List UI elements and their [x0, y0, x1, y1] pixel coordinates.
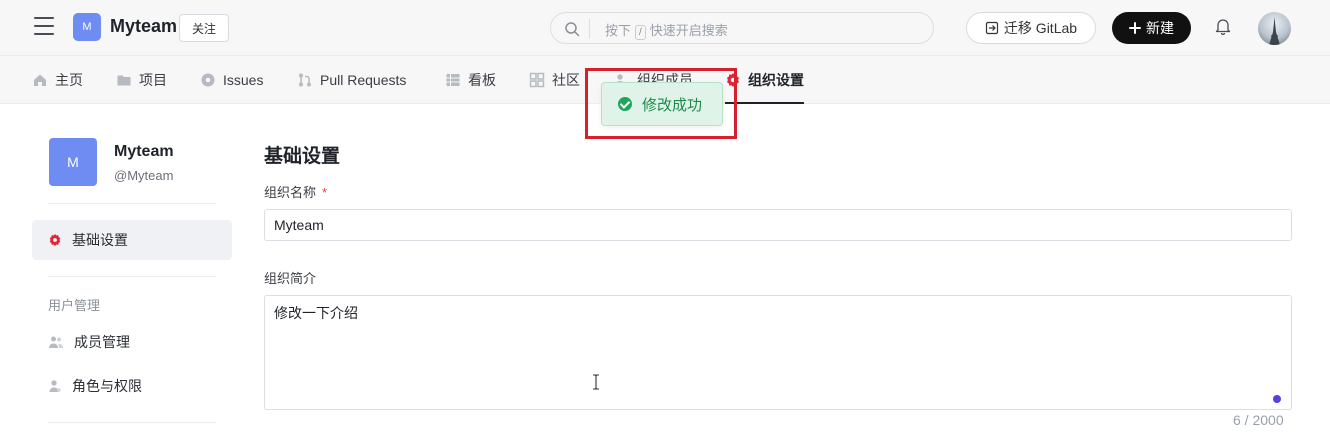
search-shortcut-key: /	[635, 25, 646, 40]
search-prefix: 按下	[605, 23, 632, 38]
sidebar-item-basic-settings[interactable]: 基础设置	[32, 220, 232, 260]
char-counter: 6 / 2000	[1233, 412, 1284, 428]
members-icon	[49, 336, 63, 348]
tab-projects-label: 项目	[139, 72, 167, 88]
sidebar-divider	[48, 422, 216, 423]
sidebar-item-members[interactable]: 成员管理	[32, 322, 232, 362]
team-name[interactable]: Myteam	[110, 16, 177, 37]
tab-board-label: 看板	[468, 72, 496, 88]
home-icon	[34, 74, 46, 86]
tab-projects[interactable]: 项目	[116, 56, 167, 104]
tab-community-label: 社区	[552, 72, 580, 88]
search-divider	[589, 19, 590, 39]
follow-button[interactable]: 关注	[179, 14, 229, 42]
sidebar-team-handle: @Myteam	[114, 168, 174, 183]
gear-icon	[49, 233, 61, 247]
textarea-resize-handle[interactable]	[1273, 395, 1281, 403]
sidebar-item-label: 成员管理	[74, 334, 130, 350]
required-mark: *	[322, 185, 328, 200]
tab-community[interactable]: 社区	[529, 56, 580, 104]
top-bar: M Myteam 关注 按下 / 快速开启搜索 迁移 GitLab 新建	[0, 0, 1330, 56]
search-input[interactable]: 按下 / 快速开启搜索	[550, 12, 934, 44]
tab-pull-requests[interactable]: Pull Requests	[297, 56, 406, 104]
org-name-field[interactable]: Myteam	[264, 209, 1292, 241]
sidebar-item-label: 角色与权限	[72, 378, 142, 394]
sidebar-group-user-management: 用户管理	[48, 298, 101, 313]
tab-board[interactable]: 看板	[445, 56, 496, 104]
role-icon	[49, 380, 61, 392]
sidebar-divider	[48, 203, 216, 204]
tab-pull-requests-label: Pull Requests	[320, 72, 407, 88]
menu-icon[interactable]	[34, 17, 54, 37]
import-icon	[985, 21, 999, 35]
tab-issues-label: Issues	[223, 72, 264, 88]
search-placeholder: 按下 / 快速开启搜索	[605, 20, 728, 40]
highlight-annotation	[585, 68, 737, 139]
tab-home-label: 主页	[55, 72, 83, 88]
grid-icon	[529, 72, 545, 88]
folder-icon	[117, 75, 131, 86]
board-icon	[446, 74, 460, 86]
search-suffix: 快速开启搜索	[649, 23, 728, 38]
issues-icon	[201, 73, 215, 87]
pull-request-icon	[299, 73, 311, 87]
sidebar-item-roles[interactable]: 角色与权限	[32, 366, 232, 406]
org-name-label-text: 组织名称	[264, 185, 317, 200]
bell-icon[interactable]	[1214, 17, 1232, 35]
sidebar-team-name: Myteam	[114, 143, 174, 160]
search-icon	[565, 22, 580, 37]
tab-home[interactable]: 主页	[32, 56, 83, 104]
team-logo[interactable]: M	[73, 13, 101, 41]
text-cursor-icon	[593, 374, 599, 390]
sidebar-divider	[48, 276, 216, 277]
section-title: 基础设置	[264, 146, 341, 167]
tab-org-settings-label: 组织设置	[748, 72, 804, 88]
new-label: 新建	[1146, 20, 1174, 36]
migrate-gitlab-label: 迁移 GitLab	[1003, 20, 1078, 36]
plus-icon	[1129, 22, 1141, 34]
org-name-label: 组织名称 *	[264, 182, 327, 201]
new-button[interactable]: 新建	[1112, 12, 1191, 44]
tab-issues[interactable]: Issues	[200, 56, 263, 104]
sidebar-item-label: 基础设置	[72, 232, 128, 248]
org-intro-label: 组织简介	[264, 271, 317, 286]
user-avatar[interactable]	[1258, 12, 1291, 45]
avatar-image	[1269, 17, 1280, 45]
migrate-gitlab-button[interactable]: 迁移 GitLab	[966, 12, 1096, 44]
org-intro-textarea[interactable]: 修改一下介绍	[264, 295, 1292, 410]
sidebar-team-logo: M	[49, 138, 97, 186]
